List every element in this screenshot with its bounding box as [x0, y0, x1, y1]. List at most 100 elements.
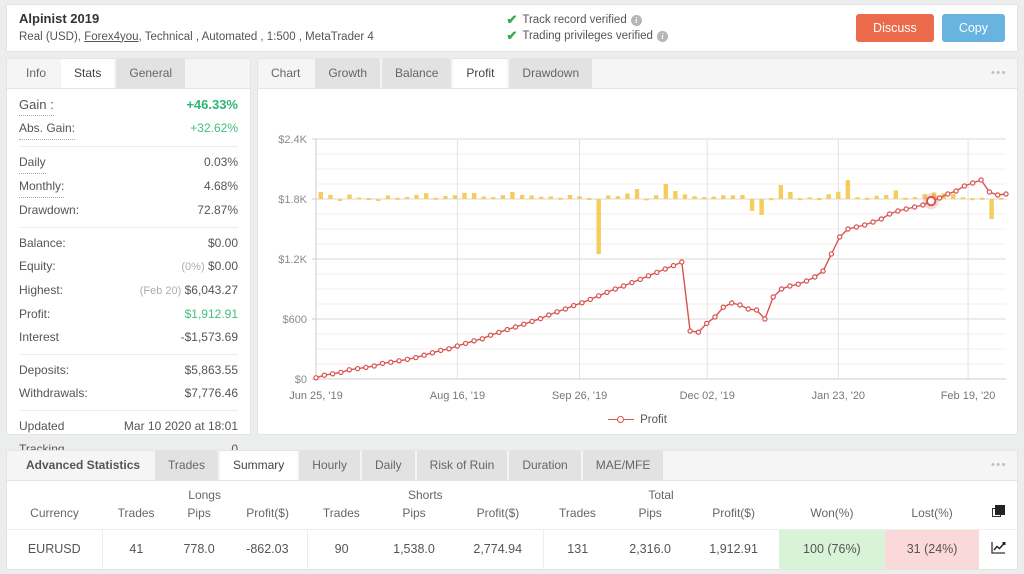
group-header-shorts: Shorts [407, 488, 443, 502]
stat-balance-label: Balance: [19, 236, 66, 250]
stats-list: Gain : +46.33% Abs. Gain: +32.62% Daily … [7, 89, 250, 461]
stat-abs-gain: Abs. Gain: +32.62% [19, 117, 238, 141]
col-lost: Lost(%) [911, 506, 953, 520]
stats-tabs: Info Stats General [7, 59, 250, 89]
stat-balance-value: $0.00 [207, 236, 238, 250]
tab-summary[interactable]: Summary [219, 451, 298, 480]
cell-longs-pips: 778.0 [170, 529, 228, 569]
stat-interest-value: -$1,573.69 [180, 330, 238, 344]
tab-advanced-statistics[interactable]: Advanced Statistics [13, 451, 153, 480]
stat-updated-label: Updated [19, 419, 65, 433]
stat-withdrawals-label: Withdrawals: [19, 386, 88, 400]
stat-withdrawals-value: $7,776.46 [184, 386, 238, 400]
stat-updated: Updated Mar 10 2020 at 18:01 [19, 415, 238, 438]
row-chart-icon [990, 542, 1005, 554]
stat-equity-prefix: (0%) [181, 261, 205, 273]
stat-equity: Equity: (0%) $0.00 [19, 255, 238, 279]
profit-chart[interactable]: $0 $600 $1.2K $1.8K $2.4K Jun 25, '19 Aug 16, … [258, 89, 1017, 434]
tab-duration[interactable]: Duration [509, 451, 581, 480]
divider [19, 410, 238, 411]
copy-columns-icon[interactable] [991, 505, 1005, 518]
verification-block: ✔ Track record verified i ✔ Trading priv… [506, 12, 856, 44]
col-won: Won(%) [810, 506, 854, 520]
cell-longs-trades: 41 [101, 529, 171, 569]
svg-text:Feb 19, '20: Feb 19, '20 [941, 390, 996, 402]
tab-trades[interactable]: Trades [155, 451, 218, 480]
stats-panel: Info Stats General Gain : +46.33% Abs. G… [6, 58, 251, 456]
stat-gain-label: Gain : [19, 94, 54, 116]
svg-text:$600: $600 [283, 314, 307, 326]
tab-mae-mfe[interactable]: MAE/MFE [582, 451, 664, 480]
account-header: Alpinist 2019 Real (USD), Forex4you, Tec… [6, 4, 1018, 52]
discuss-button[interactable]: Discuss [856, 14, 934, 42]
tab-drawdown[interactable]: Drawdown [509, 59, 593, 88]
stat-highest-prefix: (Feb 20) [139, 285, 182, 297]
advanced-statistics-panel: Advanced Statistics Trades Summary Hourl… [6, 450, 1018, 570]
cell-total-profit: 1,912.91 [688, 529, 779, 569]
cell-row-chart-action[interactable] [979, 529, 1017, 569]
tab-hourly[interactable]: Hourly [299, 451, 360, 480]
check-icon: ✔ [506, 12, 518, 27]
stat-equity-amount: $0.00 [207, 259, 238, 273]
stat-updated-value: Mar 10 2020 at 18:01 [123, 419, 238, 433]
cell-shorts-profit: 2,774.94 [452, 529, 544, 569]
account-meta: Real (USD), Forex4you, Technical , Autom… [19, 29, 506, 46]
divider [19, 354, 238, 355]
stat-gain: Gain : +46.33% [19, 93, 238, 117]
summary-table: Longs Shorts Total Currency Trades Pips … [7, 481, 1017, 569]
summary-table-body: EURUSD 41 778.0 -862.03 90 1,538.0 2,774… [7, 529, 1017, 569]
stat-deposits-label: Deposits: [19, 363, 70, 377]
tab-stats[interactable]: Stats [61, 59, 115, 88]
table-row[interactable]: EURUSD 41 778.0 -862.03 90 1,538.0 2,774… [7, 529, 1017, 569]
tab-chart[interactable]: Chart [258, 59, 313, 88]
tab-general[interactable]: General [116, 59, 186, 88]
cell-shorts-pips: 1,538.0 [375, 529, 453, 569]
svg-text:Jun 25, '19: Jun 25, '19 [289, 390, 342, 402]
tab-profit[interactable]: Profit [453, 59, 508, 88]
tab-growth[interactable]: Growth [315, 59, 381, 88]
divider [19, 146, 238, 147]
svg-text:$2.4K: $2.4K [278, 134, 307, 146]
verify-track-record-label: Track record verified [522, 14, 627, 26]
header-actions: Discuss Copy [856, 14, 1017, 42]
tab-info[interactable]: Info [13, 59, 59, 88]
info-icon[interactable]: i [656, 30, 668, 42]
stat-deposits-value: $5,863.55 [184, 363, 238, 377]
col-shorts-trades: Trades [322, 506, 360, 520]
copy-columns-glyph [991, 505, 1005, 517]
broker-link[interactable]: Forex4you [84, 31, 138, 43]
legend-marker-icon [608, 416, 635, 424]
col-actions [979, 503, 1017, 530]
stat-profit-value: $1,912.91 [184, 307, 238, 321]
stat-equity-label: Equity: [19, 259, 56, 273]
advanced-more-icon[interactable]: ••• [991, 459, 1007, 471]
copy-button[interactable]: Copy [941, 14, 1005, 42]
stat-balance: Balance: $0.00 [19, 232, 238, 255]
info-icon[interactable]: i [630, 14, 642, 26]
verify-trading-privileges-label: Trading privileges verified [522, 30, 653, 42]
summary-column-header-row: Currency Trades Pips Profit($) Trades Pi… [7, 503, 1017, 530]
stat-deposits: Deposits: $5,863.55 [19, 359, 238, 382]
stat-drawdown-label: Drawdown: [19, 203, 80, 217]
cell-total-pips: 2,316.0 [611, 529, 689, 569]
summary-table-head: Longs Shorts Total Currency Trades Pips … [7, 481, 1017, 530]
cell-shorts-trades: 90 [306, 529, 376, 569]
tab-daily[interactable]: Daily [361, 451, 415, 480]
tab-balance[interactable]: Balance [382, 59, 452, 88]
advanced-tabs: Advanced Statistics Trades Summary Hourl… [7, 451, 1017, 481]
svg-text:Sep 26, '19: Sep 26, '19 [552, 390, 607, 402]
stat-highest-value: (Feb 20) $6,043.27 [140, 280, 238, 302]
profit-chart-svg: $0 $600 $1.2K $1.8K $2.4K Jun 25, '19 Aug 16, … [278, 134, 1009, 402]
chart-more-icon[interactable]: ••• [991, 67, 1007, 79]
group-header-total: Total [648, 488, 674, 502]
divider [19, 227, 238, 228]
stat-interest: Interest -$1,573.69 [19, 326, 238, 349]
svg-text:Aug 16, '19: Aug 16, '19 [430, 390, 485, 402]
account-identity: Alpinist 2019 Real (USD), Forex4you, Tec… [7, 11, 506, 46]
col-longs-profit: Profit($) [246, 506, 289, 520]
stat-profit-label: Profit: [19, 307, 51, 321]
stat-drawdown: Drawdown: 72.87% [19, 199, 238, 222]
tab-risk-of-ruin[interactable]: Risk of Ruin [416, 451, 508, 480]
cell-total-trades: 131 [542, 529, 612, 569]
stat-daily: Daily 0.03% [19, 151, 238, 175]
